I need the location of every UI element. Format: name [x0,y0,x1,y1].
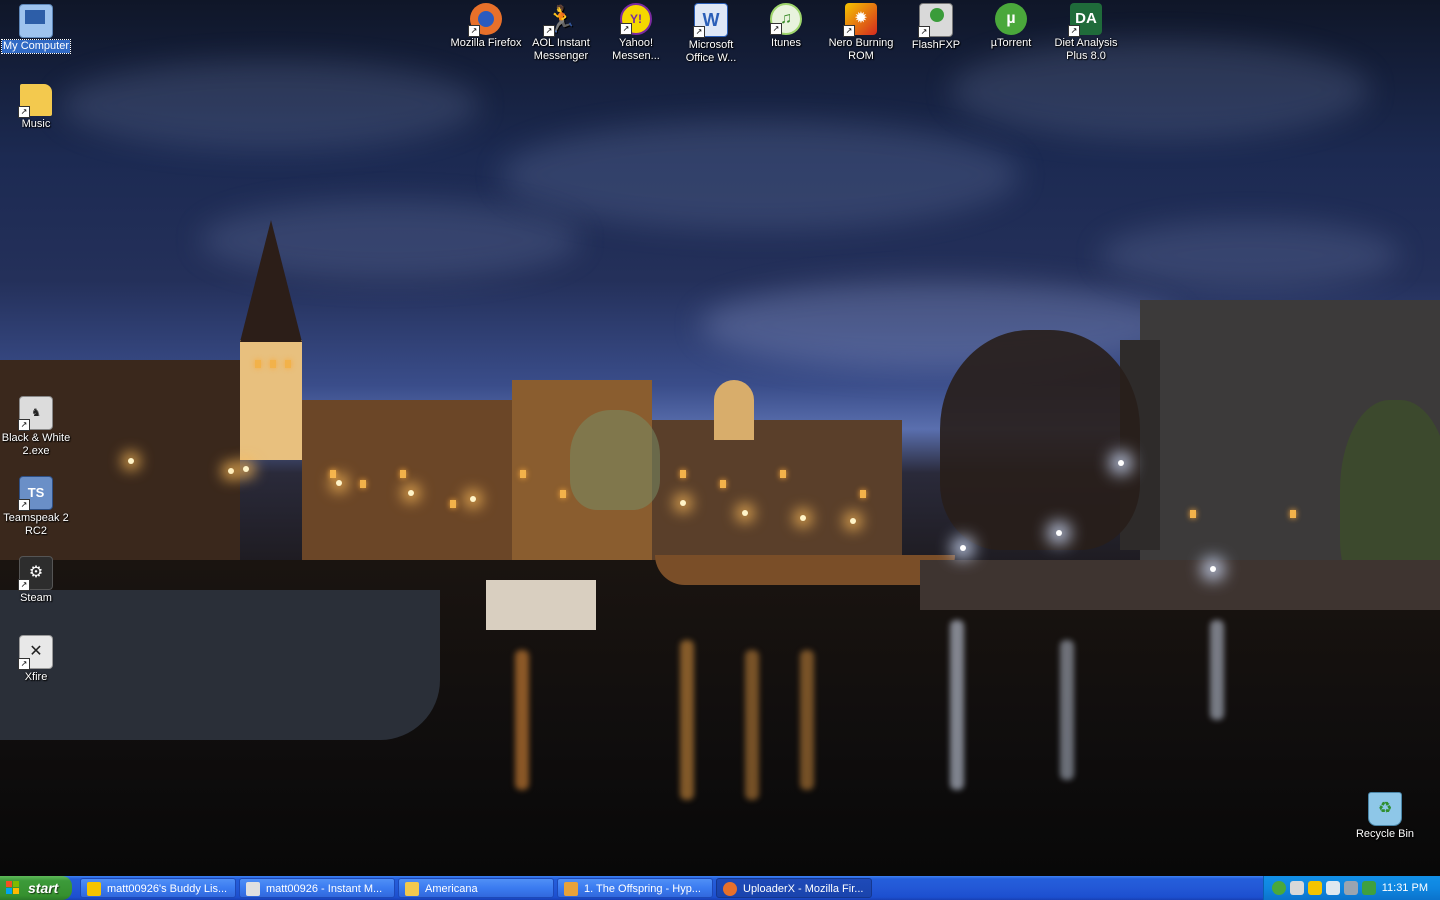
shortcut-arrow-icon: ↗ [1068,25,1080,37]
folder-icon: ↗ [18,84,52,118]
desktop-icon-yahoo-messenger[interactable]: Y! ↗ Yahoo! Messen... [597,3,675,63]
teamspeak-icon: TS ↗ [18,476,53,511]
steam-icon[interactable] [1326,881,1340,895]
xfire-icon: ✕ ↗ [18,635,53,670]
desktop-icon-recycle-bin[interactable]: ♻ Recycle Bin [1346,792,1424,841]
desktop-icon-firefox[interactable]: ↗ Mozilla Firefox [447,3,525,50]
computer-icon [19,4,53,38]
desktop-icon-utorrent[interactable]: µ µTorrent [972,3,1050,50]
desktop-icon-aim[interactable]: 🏃 ↗ AOL Instant Messenger [522,3,600,63]
desktop-icon-itunes[interactable]: ♫ ↗ Itunes [747,3,825,50]
itunes-icon: ♫ ↗ [770,3,802,35]
taskbar-button-winamp[interactable]: 1. The Offspring - Hyp... [557,878,713,898]
desktop-icon-word[interactable]: W ↗ Microsoft Office W... [672,3,750,65]
utorrent-icon: µ [995,3,1027,35]
volume-icon[interactable] [1344,881,1358,895]
desktop-icon-xfire[interactable]: ✕ ↗ Xfire [0,635,75,684]
desktop-icon-nero[interactable]: ✹ ↗ Nero Burning ROM [822,3,900,63]
taskbar-button-instant-message[interactable]: matt00926 - Instant M... [239,878,395,898]
recycle-bin-icon: ♻ [1368,792,1402,826]
desktop-icon-steam[interactable]: ⚙ ↗ Steam [0,556,75,605]
nero-icon: ✹ ↗ [843,3,877,37]
shortcut-arrow-icon: ↗ [620,23,632,35]
firefox-icon: ↗ [468,3,502,37]
desktop-icon-black-white-2[interactable]: ♞ ↗ Black & White 2.exe [0,396,75,458]
firefox-icon [723,882,737,896]
desktop-icon-my-computer[interactable]: My Computer [0,4,75,54]
steam-icon: ⚙ ↗ [18,556,53,591]
desktop-icon-flashfxp[interactable]: ↗ FlashFXP [897,3,975,52]
utorrent-icon[interactable] [1272,881,1286,895]
flashfxp-icon: ↗ [918,3,953,38]
shortcut-arrow-icon: ↗ [843,25,855,37]
desktop-icon-teamspeak[interactable]: TS ↗ Teamspeak 2 RC2 [0,476,75,538]
desktop-icon-diet-analysis[interactable]: DA ↗ Diet Analysis Plus 8.0 [1047,3,1125,63]
shortcut-arrow-icon: ↗ [18,658,30,670]
shortcut-arrow-icon: ↗ [543,25,555,37]
word-icon: W ↗ [693,3,728,38]
taskbar: start matt00926's Buddy Lis... matt00926… [0,876,1440,900]
da-icon: DA ↗ [1068,3,1102,37]
desktop-icon-music[interactable]: ↗ Music [0,84,75,131]
network-icon[interactable] [1290,881,1304,895]
taskbar-button-firefox[interactable]: UploaderX - Mozilla Fir... [716,878,872,898]
shortcut-arrow-icon: ↗ [18,579,30,591]
shortcut-arrow-icon: ↗ [918,26,930,38]
start-button[interactable]: start [0,876,72,900]
shortcut-arrow-icon: ↗ [693,26,705,38]
shortcut-arrow-icon: ↗ [18,419,30,431]
shortcut-arrow-icon: ↗ [770,23,782,35]
windows-logo-icon [6,881,20,895]
shortcut-arrow-icon: ↗ [468,25,480,37]
system-tray: 11:31 PM [1263,876,1440,900]
folder-icon [405,882,419,896]
winamp-icon [564,882,578,896]
xfire-icon[interactable] [1362,881,1376,895]
desktop-wallpaper [0,0,1440,876]
clock[interactable]: 11:31 PM [1382,876,1428,900]
yahoo-messenger-icon: Y! ↗ [620,3,652,35]
aim-icon: 🏃 ↗ [543,4,578,37]
shortcut-arrow-icon: ↗ [18,499,30,511]
aim-icon[interactable] [1308,881,1322,895]
taskbar-button-americana[interactable]: Americana [398,878,554,898]
bw2-game-icon: ♞ ↗ [18,396,53,431]
instant-message-icon [246,882,260,896]
shortcut-arrow-icon: ↗ [18,106,30,118]
taskbar-button-buddy-list[interactable]: matt00926's Buddy Lis... [80,878,236,898]
aim-icon [87,882,101,896]
